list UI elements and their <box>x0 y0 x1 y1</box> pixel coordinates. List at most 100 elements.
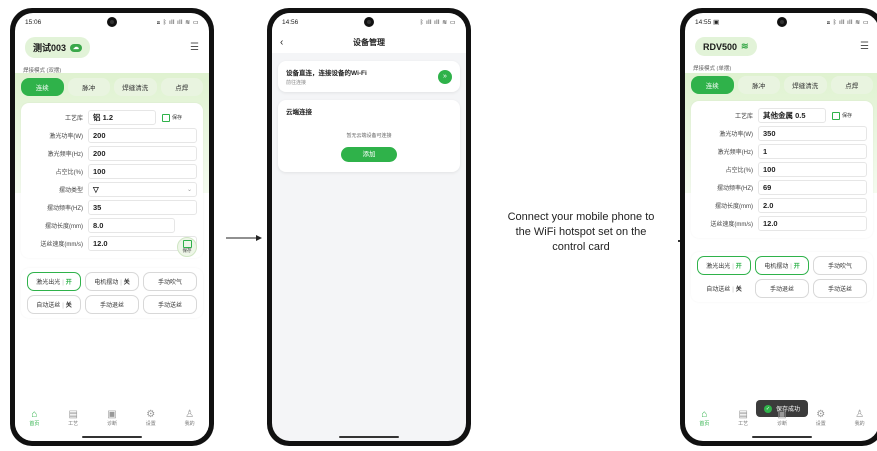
manual-wire-retract-button[interactable]: 手动退丝 <box>85 295 139 314</box>
gear-icon: ⚙ <box>146 409 156 420</box>
header: 测试003 ☁ ☰ <box>15 31 209 62</box>
status-bar: 14:56 ᛒ ıll ıll ≋ ▭ <box>272 13 466 31</box>
nav-diagnose[interactable]: ▣ 诊断 <box>97 409 127 427</box>
field-laser-frequency: 激光频率(Hz) 200 <box>27 146 197 161</box>
field-laser-frequency: 激光频率(Hz) 1 <box>697 144 867 159</box>
weld-mode-label: 焊接模式 (单摆) <box>693 66 732 72</box>
tab-continuous[interactable]: 连续 <box>691 76 734 94</box>
phone-3-screen: 14:55 ▣ ⌧ ᛒ ıll ıll ≋ ▭ RDV500 ≋ ☰ 焊接模式 … <box>685 13 877 441</box>
cloud-icon: ☁ <box>70 43 83 52</box>
tab-pulse[interactable]: 脉冲 <box>67 78 110 96</box>
field-label: 送丝速度(mm/s) <box>710 222 753 228</box>
field-value[interactable]: 2.0 <box>758 198 867 213</box>
instruction-caption: Connect your mobile phone to the WiFi ho… <box>507 211 655 253</box>
field-value[interactable]: 200 <box>88 128 197 143</box>
user-icon: ♙ <box>185 409 195 420</box>
auto-wire-feed-toggle[interactable]: 自动送丝 | 关 <box>27 295 81 314</box>
field-label: 工艺库 <box>64 116 83 122</box>
floating-save-button[interactable]: 保存 <box>177 237 197 257</box>
nav-home[interactable]: ⌂ 首页 <box>19 409 49 427</box>
phone-1: 15:06 ⌧ ᛒ ıll ıll ≋ ▭ 测试003 ☁ ☰ 焊接模式 (双摆… <box>10 8 214 446</box>
nav-diagnose[interactable]: ▣ 诊断 <box>767 409 797 427</box>
field-value[interactable]: 35 <box>88 200 197 215</box>
button-label: 激光出光 <box>706 264 731 270</box>
nav-mine[interactable]: ♙ 我的 <box>845 409 875 427</box>
field-wire-feed-speed: 送丝速度(mm/s) 12.0 <box>27 236 197 251</box>
nav-label: 首页 <box>699 421 710 427</box>
laser-output-toggle[interactable]: 激光出光 | 开 <box>697 256 751 275</box>
diagnose-icon: ▣ <box>777 409 787 420</box>
nav-label: 诊断 <box>106 421 117 427</box>
field-value[interactable]: 1 <box>758 144 867 159</box>
mode-tabs: 连续 脉冲 焊缝清洗 点焊 <box>685 74 877 96</box>
toggle-state: 关 <box>735 287 742 293</box>
nav-label: 工艺 <box>68 421 79 427</box>
laser-output-toggle[interactable]: 激光出光 | 开 <box>27 272 81 291</box>
menu-icon[interactable]: ☰ <box>860 41 869 52</box>
tab-continuous[interactable]: 连续 <box>21 78 64 96</box>
save-button[interactable]: 保存 <box>832 111 853 120</box>
field-value[interactable]: 350 <box>758 126 867 141</box>
field-label: 激光频率(Hz) <box>717 150 753 156</box>
phone-3: 14:55 ▣ ⌧ ᛒ ıll ıll ≋ ▭ RDV500 ≋ ☰ 焊接模式 … <box>680 8 877 446</box>
process-icon: ▤ <box>738 409 748 420</box>
save-label: 保存 <box>172 115 183 121</box>
button-label: 电机摆动 <box>764 264 789 270</box>
tab-pulse[interactable]: 脉冲 <box>737 76 780 94</box>
add-button[interactable]: 添加 <box>341 147 397 162</box>
cloud-card-title: 云端连接 <box>286 109 312 116</box>
save-label: 保存 <box>842 113 853 119</box>
params-card: 工艺库 铝 1.2 保存 激光功率(W) 200 激光频率(Hz) 200 占空… <box>21 103 203 258</box>
field-label: 摆动长度(mm) <box>45 224 83 230</box>
tab-seam-clean[interactable]: 焊缝清洗 <box>784 76 827 94</box>
nav-home[interactable]: ⌂ 首页 <box>689 409 719 427</box>
save-icon <box>162 113 170 122</box>
nav-mine[interactable]: ♙ 我的 <box>175 409 205 427</box>
field-value[interactable]: 100 <box>88 164 197 179</box>
toggle-state: 关 <box>123 280 130 286</box>
nav-settings[interactable]: ⚙ 设置 <box>806 409 836 427</box>
manual-wire-feed-button[interactable]: 手动送丝 <box>813 279 867 298</box>
field-label: 激光频率(Hz) <box>47 152 83 158</box>
swing-type-select[interactable]: ▽ ⌄ <box>88 182 197 197</box>
field-swing-frequency: 摆动频率(HZ) 35 <box>27 200 197 215</box>
status-time: 14:55 ▣ <box>695 19 720 26</box>
nav-process[interactable]: ▤ 工艺 <box>728 409 758 427</box>
manual-wire-retract-button[interactable]: 手动退丝 <box>755 279 809 298</box>
wifi-card-subtitle: 前往连接 <box>286 80 307 86</box>
field-label: 摆动频率(HZ) <box>717 186 753 192</box>
motor-swing-toggle[interactable]: 电机摆动 | 开 <box>755 256 809 275</box>
menu-icon[interactable]: ☰ <box>190 42 199 53</box>
device-selector[interactable]: RDV500 ≋ <box>695 37 757 56</box>
nav-process[interactable]: ▤ 工艺 <box>58 409 88 427</box>
auto-wire-feed-toggle[interactable]: 自动送丝 | 关 <box>697 279 751 298</box>
field-value[interactable]: 铝 1.2 <box>88 110 156 125</box>
manual-blow-button[interactable]: 手动吹气 <box>143 272 197 291</box>
field-label: 激光功率(W) <box>719 132 753 138</box>
nav-settings[interactable]: ⚙ 设置 <box>136 409 166 427</box>
wifi-direct-card[interactable]: 设备直连，连接设备的Wi-Fi 前往连接 » <box>278 61 460 92</box>
field-duty-cycle: 占空比(%) 100 <box>27 164 197 179</box>
device-selector[interactable]: 测试003 ☁ <box>25 37 91 58</box>
field-value[interactable]: 12.0 <box>758 216 867 231</box>
status-bar: 15:06 ⌧ ᛒ ıll ıll ≋ ▭ <box>15 13 209 31</box>
tab-seam-clean[interactable]: 焊缝清洗 <box>114 78 157 96</box>
device-name: RDV500 <box>703 41 738 52</box>
motor-swing-toggle[interactable]: 电机摆动 | 关 <box>85 272 139 291</box>
field-value[interactable]: 200 <box>88 146 197 161</box>
forward-icon[interactable]: » <box>438 69 452 84</box>
camera-cutout <box>107 17 117 27</box>
manual-blow-button[interactable]: 手动吹气 <box>813 256 867 275</box>
field-value[interactable]: 100 <box>758 162 867 177</box>
status-bar: 14:55 ▣ ⌧ ᛒ ıll ıll ≋ ▭ <box>685 13 877 31</box>
field-value[interactable]: 8.0 <box>88 218 175 233</box>
status-icons: ᛒ ıll ıll ≋ ▭ <box>419 19 456 26</box>
tab-spot-weld[interactable]: 点焊 <box>160 78 203 96</box>
mode-tabs: 连续 脉冲 焊缝清洗 点焊 <box>15 76 209 98</box>
field-value[interactable]: 其他金属 0.5 <box>758 108 826 123</box>
save-button[interactable]: 保存 <box>162 113 183 122</box>
field-value[interactable]: 69 <box>758 180 867 195</box>
tab-spot-weld[interactable]: 点焊 <box>830 76 873 94</box>
manual-wire-feed-button[interactable]: 手动送丝 <box>143 295 197 314</box>
back-icon[interactable]: ‹ <box>280 37 283 48</box>
